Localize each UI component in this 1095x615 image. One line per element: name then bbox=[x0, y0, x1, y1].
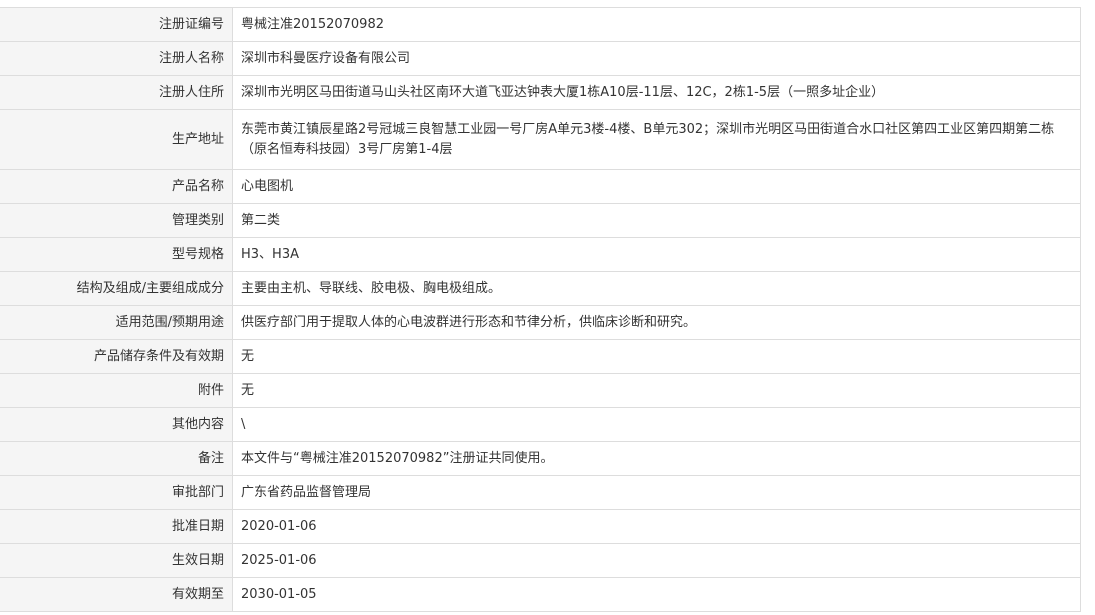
value-other-content: \ bbox=[232, 407, 1081, 442]
value-storage-conditions: 无 bbox=[232, 339, 1081, 374]
value-effective-date: 2025-01-06 bbox=[232, 543, 1081, 578]
row-registrant-name: 注册人名称 深圳市科曼医疗设备有限公司 bbox=[0, 41, 1081, 76]
value-management-category: 第二类 bbox=[232, 203, 1081, 238]
value-intended-use: 供医疗部门用于提取人体的心电波群进行形态和节律分析，供临床诊断和研究。 bbox=[232, 305, 1081, 340]
value-structure-composition: 主要由主机、导联线、胶电极、胸电极组成。 bbox=[232, 271, 1081, 306]
value-approval-date: 2020-01-06 bbox=[232, 509, 1081, 544]
label-product-name: 产品名称 bbox=[0, 169, 233, 204]
value-valid-until: 2030-01-05 bbox=[232, 577, 1081, 612]
registration-info-table: 注册证编号 粤械注准20152070982 注册人名称 深圳市科曼医疗设备有限公… bbox=[0, 7, 1081, 612]
value-production-address: 东莞市黄江镇辰星路2号冠城三良智慧工业园一号厂房A单元3楼-4楼、B单元302；… bbox=[232, 109, 1081, 170]
row-remarks: 备注 本文件与“粤械注准20152070982”注册证共同使用。 bbox=[0, 441, 1081, 476]
row-effective-date: 生效日期 2025-01-06 bbox=[0, 543, 1081, 578]
label-attachments: 附件 bbox=[0, 373, 233, 408]
label-model-spec: 型号规格 bbox=[0, 237, 233, 272]
label-valid-until: 有效期至 bbox=[0, 577, 233, 612]
value-product-name: 心电图机 bbox=[232, 169, 1081, 204]
value-remarks: 本文件与“粤械注准20152070982”注册证共同使用。 bbox=[232, 441, 1081, 476]
row-approval-date: 批准日期 2020-01-06 bbox=[0, 509, 1081, 544]
row-registrant-address: 注册人住所 深圳市光明区马田街道马山头社区南环大道飞亚达钟表大厦1栋A10层-1… bbox=[0, 75, 1081, 110]
row-structure-composition: 结构及组成/主要组成成分 主要由主机、导联线、胶电极、胸电极组成。 bbox=[0, 271, 1081, 306]
label-management-category: 管理类别 bbox=[0, 203, 233, 238]
label-registrant-name: 注册人名称 bbox=[0, 41, 233, 76]
value-model-spec: H3、H3A bbox=[232, 237, 1081, 272]
label-structure-composition: 结构及组成/主要组成成分 bbox=[0, 271, 233, 306]
row-intended-use: 适用范围/预期用途 供医疗部门用于提取人体的心电波群进行形态和节律分析，供临床诊… bbox=[0, 305, 1081, 340]
value-approval-department: 广东省药品监督管理局 bbox=[232, 475, 1081, 510]
row-production-address: 生产地址 东莞市黄江镇辰星路2号冠城三良智慧工业园一号厂房A单元3楼-4楼、B单… bbox=[0, 109, 1081, 170]
label-remarks: 备注 bbox=[0, 441, 233, 476]
row-approval-department: 审批部门 广东省药品监督管理局 bbox=[0, 475, 1081, 510]
label-registration-number: 注册证编号 bbox=[0, 7, 233, 42]
label-storage-conditions: 产品储存条件及有效期 bbox=[0, 339, 233, 374]
row-registration-number: 注册证编号 粤械注准20152070982 bbox=[0, 7, 1081, 42]
value-attachments: 无 bbox=[232, 373, 1081, 408]
row-storage-conditions: 产品储存条件及有效期 无 bbox=[0, 339, 1081, 374]
label-other-content: 其他内容 bbox=[0, 407, 233, 442]
label-registrant-address: 注册人住所 bbox=[0, 75, 233, 110]
label-approval-date: 批准日期 bbox=[0, 509, 233, 544]
row-other-content: 其他内容 \ bbox=[0, 407, 1081, 442]
label-approval-department: 审批部门 bbox=[0, 475, 233, 510]
row-valid-until: 有效期至 2030-01-05 bbox=[0, 577, 1081, 612]
row-management-category: 管理类别 第二类 bbox=[0, 203, 1081, 238]
row-model-spec: 型号规格 H3、H3A bbox=[0, 237, 1081, 272]
label-intended-use: 适用范围/预期用途 bbox=[0, 305, 233, 340]
label-production-address: 生产地址 bbox=[0, 109, 233, 170]
row-product-name: 产品名称 心电图机 bbox=[0, 169, 1081, 204]
label-effective-date: 生效日期 bbox=[0, 543, 233, 578]
row-attachments: 附件 无 bbox=[0, 373, 1081, 408]
value-registrant-address: 深圳市光明区马田街道马山头社区南环大道飞亚达钟表大厦1栋A10层-11层、12C… bbox=[232, 75, 1081, 110]
value-registration-number: 粤械注准20152070982 bbox=[232, 7, 1081, 42]
value-registrant-name: 深圳市科曼医疗设备有限公司 bbox=[232, 41, 1081, 76]
